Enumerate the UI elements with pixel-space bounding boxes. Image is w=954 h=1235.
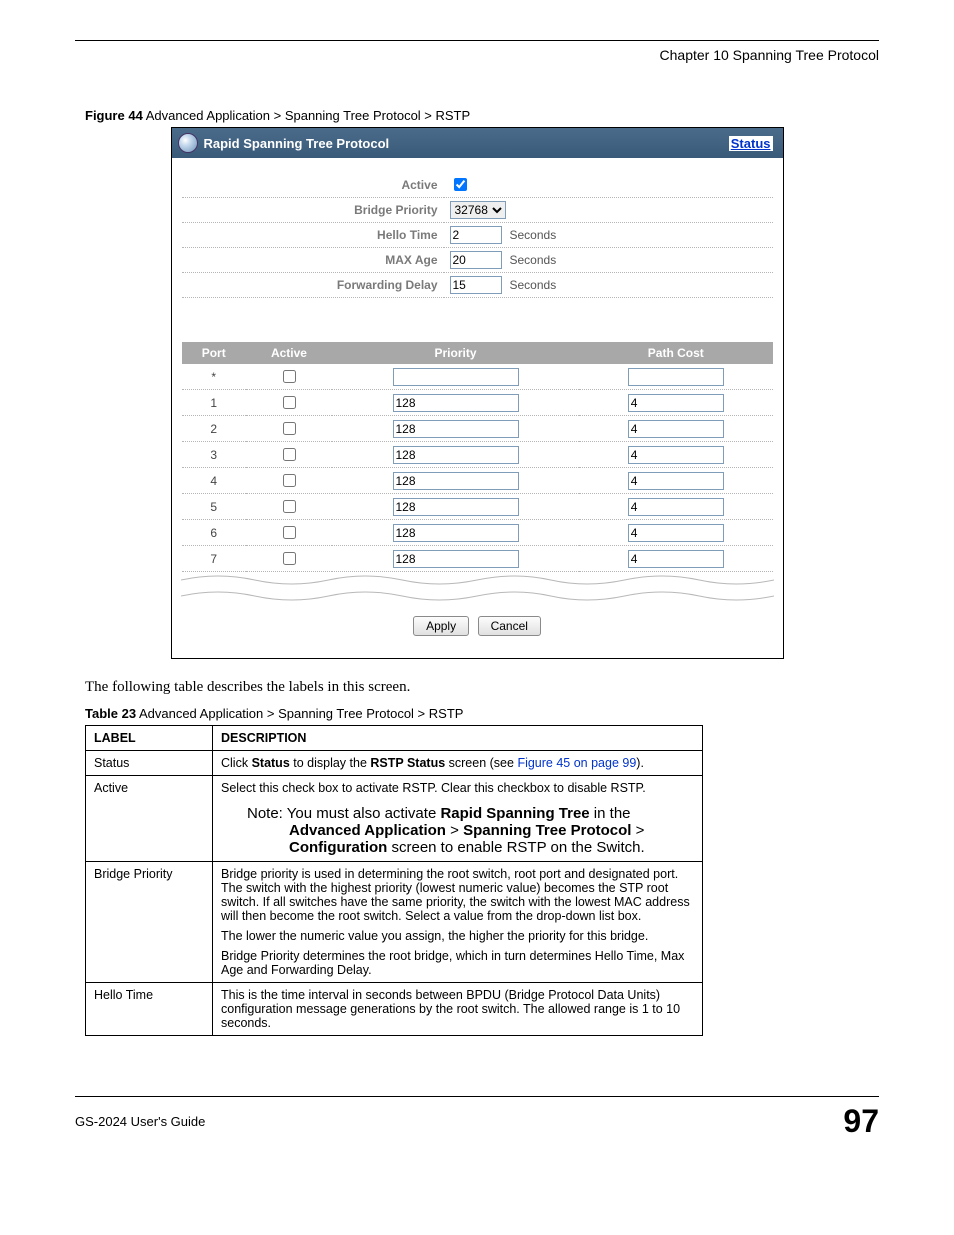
port-pathcost-input[interactable] <box>628 524 724 542</box>
pathcost-col-header: Path Cost <box>579 342 772 364</box>
port-active-checkbox[interactable] <box>283 474 296 487</box>
port-table: Port Active Priority Path Cost *1234567 <box>182 342 773 572</box>
max-age-unit: Seconds <box>502 253 557 267</box>
chapter-header: Chapter 10 Spanning Tree Protocol <box>75 47 879 63</box>
port-pathcost-input[interactable] <box>628 498 724 516</box>
table-row: Hello Time This is the time interval in … <box>86 983 703 1036</box>
port-number: 6 <box>182 520 246 546</box>
header-bullet-icon <box>178 133 198 153</box>
port-pathcost-input[interactable] <box>628 446 724 464</box>
figure-link[interactable]: Figure 45 on page 99 <box>517 756 636 770</box>
port-row: 7 <box>182 546 773 572</box>
port-pathcost-input[interactable] <box>628 394 724 412</box>
description-table: LABEL DESCRIPTION Status Click Status to… <box>85 725 703 1036</box>
port-number: 5 <box>182 494 246 520</box>
port-priority-input[interactable] <box>393 550 519 568</box>
page-number: 97 <box>843 1103 879 1140</box>
port-number: 1 <box>182 390 246 416</box>
port-number: 4 <box>182 468 246 494</box>
fwd-delay-label: Forwarding Delay <box>182 273 444 298</box>
figure-caption: Figure 44 Advanced Application > Spannin… <box>75 108 879 123</box>
port-row: 4 <box>182 468 773 494</box>
port-active-checkbox[interactable] <box>283 396 296 409</box>
port-priority-input[interactable] <box>393 420 519 438</box>
max-age-label: MAX Age <box>182 248 444 273</box>
cancel-button[interactable]: Cancel <box>478 616 541 636</box>
bridge-priority-select[interactable]: 32768 <box>450 201 506 219</box>
port-row: 3 <box>182 442 773 468</box>
port-active-checkbox[interactable] <box>283 448 296 461</box>
port-col-header: Port <box>182 342 246 364</box>
intro-text: The following table describes the labels… <box>85 679 879 696</box>
status-link[interactable]: Status <box>729 136 773 151</box>
active-checkbox[interactable] <box>454 178 467 191</box>
table-row: Status Click Status to display the RSTP … <box>86 751 703 776</box>
port-pathcost-input[interactable] <box>628 368 724 386</box>
hello-time-unit: Seconds <box>502 228 557 242</box>
port-priority-input[interactable] <box>393 394 519 412</box>
port-row: 5 <box>182 494 773 520</box>
rstp-config-screenshot: Rapid Spanning Tree Protocol Status Acti… <box>171 127 784 659</box>
table-row: Bridge Priority Bridge priority is used … <box>86 862 703 983</box>
label-header: LABEL <box>86 726 213 751</box>
port-pathcost-input[interactable] <box>628 472 724 490</box>
active-label: Active <box>182 172 444 198</box>
hello-time-input[interactable] <box>450 226 502 244</box>
config-table: Active Bridge Priority 32768 Hello Time … <box>182 172 773 298</box>
port-number: 3 <box>182 442 246 468</box>
description-header: DESCRIPTION <box>213 726 703 751</box>
fwd-delay-input[interactable] <box>450 276 502 294</box>
hello-time-label: Hello Time <box>182 223 444 248</box>
port-active-checkbox[interactable] <box>283 552 296 565</box>
port-number: * <box>182 364 246 390</box>
table-row: Active Select this check box to activate… <box>86 776 703 862</box>
footer-guide: GS-2024 User's Guide <box>75 1114 205 1129</box>
port-active-checkbox[interactable] <box>283 526 296 539</box>
max-age-input[interactable] <box>450 251 502 269</box>
table-caption: Table 23 Advanced Application > Spanning… <box>75 706 879 721</box>
panel-title: Rapid Spanning Tree Protocol <box>204 136 390 151</box>
port-priority-input[interactable] <box>393 498 519 516</box>
port-priority-input[interactable] <box>393 524 519 542</box>
port-active-checkbox[interactable] <box>283 370 296 383</box>
port-priority-input[interactable] <box>393 368 519 386</box>
port-row: 6 <box>182 520 773 546</box>
active-col-header: Active <box>246 342 332 364</box>
port-row: 2 <box>182 416 773 442</box>
port-number: 7 <box>182 546 246 572</box>
port-row: * <box>182 364 773 390</box>
port-pathcost-input[interactable] <box>628 550 724 568</box>
port-active-checkbox[interactable] <box>283 422 296 435</box>
port-active-checkbox[interactable] <box>283 500 296 513</box>
apply-button[interactable]: Apply <box>413 616 469 636</box>
fwd-delay-unit: Seconds <box>502 278 557 292</box>
port-pathcost-input[interactable] <box>628 420 724 438</box>
port-priority-input[interactable] <box>393 472 519 490</box>
bridge-priority-label: Bridge Priority <box>182 198 444 223</box>
panel-header: Rapid Spanning Tree Protocol Status <box>172 128 783 158</box>
port-number: 2 <box>182 416 246 442</box>
port-priority-input[interactable] <box>393 446 519 464</box>
priority-col-header: Priority <box>332 342 579 364</box>
tearoff-decoration <box>181 572 774 606</box>
port-row: 1 <box>182 390 773 416</box>
